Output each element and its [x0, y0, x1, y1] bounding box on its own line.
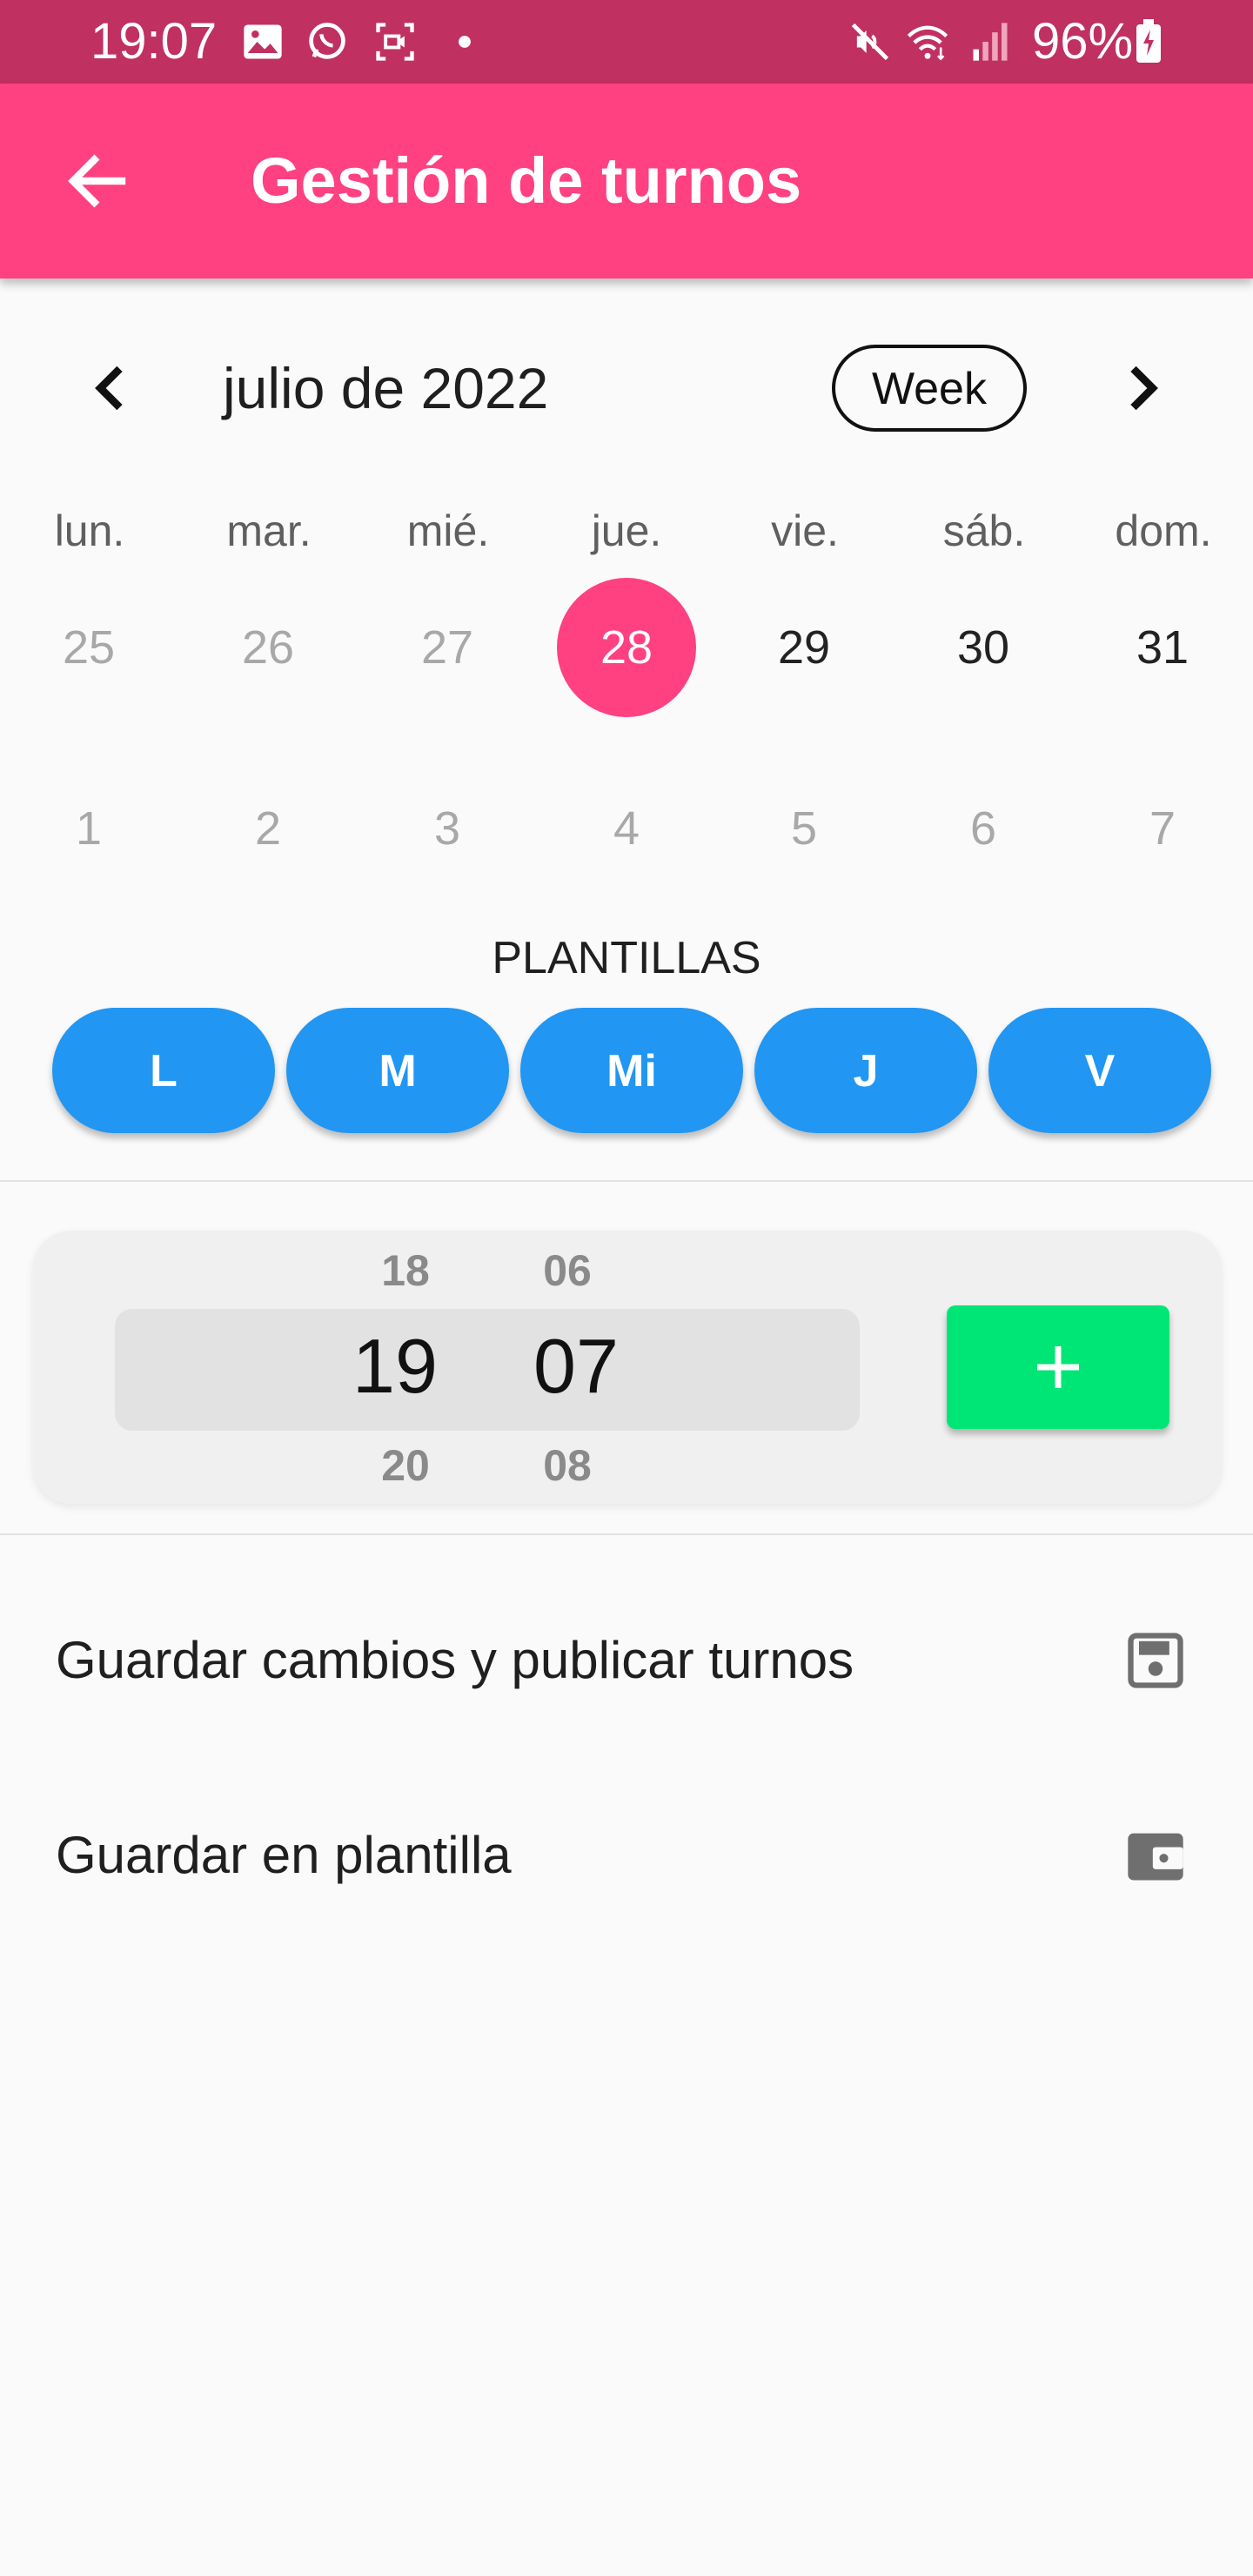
weekday-label: mar.: [226, 506, 312, 555]
date-cell[interactable]: 29: [734, 578, 874, 717]
app-bar: Gestión de turnos: [0, 84, 1253, 278]
date-cell[interactable]: 6: [914, 759, 1053, 898]
view-toggle-button[interactable]: Week: [832, 345, 1027, 432]
date-cell[interactable]: 7: [1093, 759, 1232, 898]
publish-shifts-label: Guardar cambios y publicar turnos: [56, 1631, 854, 1689]
battery-percentage: 96%: [1032, 13, 1134, 70]
minute-selected[interactable]: 07: [506, 1318, 646, 1414]
weekday-label: mié.: [406, 506, 490, 555]
divider: [0, 1180, 1253, 1182]
weekday-label: vie.: [771, 506, 839, 555]
weekday-header: lun. mar. mié. jue. vie. sáb. dom.: [0, 498, 1253, 564]
hour-previous[interactable]: 18: [336, 1244, 475, 1297]
template-button-v[interactable]: V: [988, 1008, 1211, 1133]
date-cell[interactable]: 31: [1093, 578, 1232, 717]
status-time: 19:07: [90, 13, 218, 70]
page-title: Gestión de turnos: [251, 144, 802, 217]
battery-charging-icon: [1136, 19, 1161, 63]
date-cell[interactable]: 3: [378, 759, 517, 898]
date-cell[interactable]: 2: [198, 759, 338, 898]
templates-heading: PLANTILLAS: [492, 933, 761, 983]
template-button-m[interactable]: M: [286, 1008, 509, 1133]
status-bar: 19:07 96%: [0, 0, 1253, 84]
calendar-month-label: julio de 2022: [223, 356, 549, 420]
arrow-back-icon[interactable]: [61, 144, 134, 218]
dot-icon: [459, 36, 471, 48]
save-template-label: Guardar en plantilla: [56, 1826, 512, 1884]
weekday-label: lun.: [54, 506, 125, 555]
hour-selected[interactable]: 19: [325, 1318, 465, 1414]
calendar-week-row: 25 26 27 28 29 30 31: [0, 578, 1253, 717]
screen-record-icon: [376, 23, 414, 61]
time-picker-selection: [115, 1309, 860, 1431]
date-cell[interactable]: 27: [378, 578, 517, 717]
add-shift-button[interactable]: [947, 1305, 1169, 1429]
date-cell[interactable]: 25: [19, 578, 158, 717]
plus-icon: [1037, 1346, 1079, 1388]
image-icon: [244, 24, 282, 59]
date-cell[interactable]: 1: [19, 759, 158, 898]
chevron-left-icon[interactable]: [78, 355, 144, 421]
save-icon: [1128, 1633, 1183, 1688]
publish-shifts-action[interactable]: Guardar cambios y publicar turnos: [0, 1573, 1253, 1748]
calendar-header: julio de 2022 Week: [0, 331, 1253, 444]
template-button-j[interactable]: J: [754, 1008, 977, 1133]
whatsapp-icon: [309, 23, 345, 59]
weekday-label: sáb.: [942, 506, 1026, 555]
date-cell[interactable]: 5: [734, 759, 874, 898]
wallet-icon: [1128, 1833, 1183, 1881]
mute-icon: [851, 23, 889, 61]
save-template-action[interactable]: Guardar en plantilla: [0, 1768, 1253, 1942]
chevron-right-icon[interactable]: [1109, 355, 1175, 421]
template-button-mi[interactable]: Mi: [520, 1008, 743, 1133]
date-cell[interactable]: 4: [557, 759, 696, 898]
weekday-label: dom.: [1115, 506, 1212, 555]
signal-icon: [973, 23, 1008, 61]
weekday-label: jue.: [591, 506, 662, 555]
minute-previous[interactable]: 06: [498, 1244, 637, 1297]
date-cell[interactable]: 30: [914, 578, 1053, 717]
date-cell[interactable]: 26: [198, 578, 338, 717]
selected-date-cell[interactable]: 28: [557, 578, 696, 717]
calendar-week-row: 1 2 3 4 5 6 7: [0, 759, 1253, 898]
divider: [0, 1533, 1253, 1535]
template-button-l[interactable]: L: [52, 1008, 275, 1133]
wifi-icon: [907, 25, 948, 61]
minute-next[interactable]: 08: [498, 1439, 637, 1492]
hour-next[interactable]: 20: [336, 1439, 475, 1492]
